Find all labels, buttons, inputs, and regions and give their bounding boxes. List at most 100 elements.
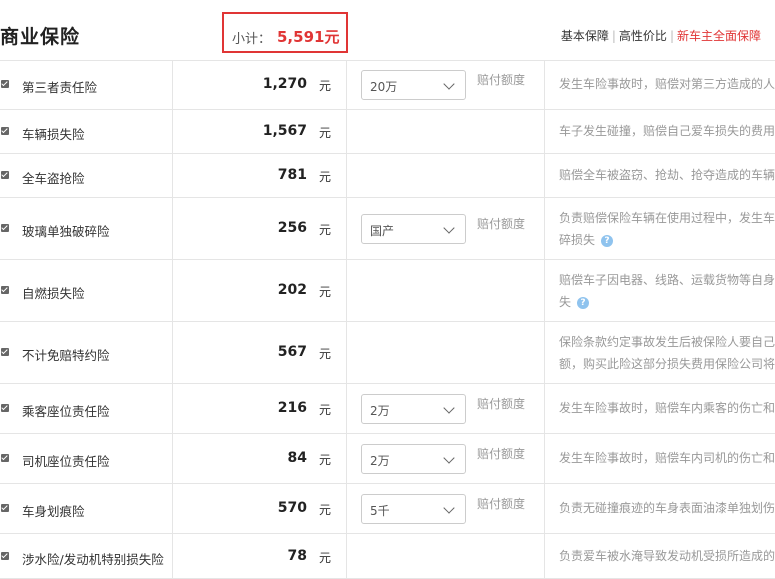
- page-title: 商业保险: [0, 26, 81, 48]
- description-line: 赔偿全车被盗窃、抢劫、抢夺造成的车辆: [559, 168, 775, 182]
- insurance-description: 保险条款约定事故发生后被保险人要自己 额，购买此险这部分损失费用保险公司将: [559, 331, 775, 375]
- insurance-description: 发生车险事故时，赔偿对第三方造成的人: [559, 73, 775, 95]
- chevron-down-icon: [443, 222, 455, 234]
- coverage-select-value: 5千: [370, 504, 390, 518]
- premium-value: 570: [277, 500, 307, 516]
- coverage-select-value: 2万: [370, 404, 390, 418]
- insurance-name: 司机座位责任险: [22, 454, 110, 469]
- row-checkbox[interactable]: [1, 224, 9, 232]
- currency-unit: 元: [319, 79, 332, 93]
- description-line: 负责赔偿保险车辆在使用过程中，发生车: [559, 211, 775, 225]
- row-checkbox[interactable]: [1, 504, 9, 512]
- insurance-description: 负责赔偿保险车辆在使用过程中，发生车 碎损失?: [559, 207, 775, 251]
- insurance-row: 车辆损失险 1,567 元 车子发生碰撞，赔偿自己爱车损失的费用: [0, 110, 775, 154]
- insurance-description: 负责无碰撞痕迹的车身表面油漆单独划伤: [559, 497, 775, 519]
- insurance-name: 自燃损失险: [22, 286, 85, 301]
- row-checkbox[interactable]: [1, 551, 9, 560]
- currency-unit: 元: [319, 503, 332, 517]
- insurance-row: 车身划痕险 570 元 5千 赔付额度 负责无碰撞痕迹的车身表面油漆单独划伤: [0, 484, 775, 534]
- coverage-note: 赔付额度: [477, 73, 526, 87]
- insurance-name: 乘客座位责任险: [22, 404, 110, 419]
- row-checkbox[interactable]: [1, 286, 9, 294]
- description-line: 负责无碰撞痕迹的车身表面油漆单独划伤: [559, 501, 775, 515]
- description-line: 失?: [559, 291, 775, 313]
- chevron-down-icon: [443, 402, 455, 414]
- row-checkbox[interactable]: [1, 454, 9, 462]
- insurance-row: 涉水险/发动机特别损失险 78 元 负责爱车被水淹导致发动机受损所造成的: [0, 534, 775, 579]
- premium-value: 216: [277, 400, 307, 416]
- premium-value: 567: [277, 344, 307, 360]
- plan-tabs: 基本保障 | 高性价比 | 新车主全面保障: [561, 27, 761, 44]
- insurance-description: 发生车险事故时，赔偿车内乘客的伤亡和: [559, 397, 775, 419]
- description-line: 发生车险事故时，赔偿对第三方造成的人: [559, 77, 775, 91]
- tab-value[interactable]: 高性价比: [619, 29, 667, 43]
- insurance-name: 车辆损失险: [22, 127, 85, 142]
- currency-unit: 元: [319, 170, 332, 184]
- insurance-row: 乘客座位责任险 216 元 2万 赔付额度 发生车险事故时，赔偿车内乘客的伤亡和: [0, 384, 775, 434]
- insurance-row: 玻璃单独破碎险 256 元 国产 赔付额度 负责赔偿保险车辆在使用过程中，发生车 碎…: [0, 198, 775, 260]
- premium-value: 1,270: [262, 76, 307, 92]
- currency-unit: 元: [319, 550, 332, 565]
- description-text: 失: [559, 295, 572, 309]
- insurance-row: 司机座位责任险 84 元 2万 赔付额度 发生车险事故时，赔偿车内司机的伤亡和: [0, 434, 775, 484]
- description-line: 碎损失?: [559, 229, 775, 251]
- subtotal-box: 小计： 5,591元: [222, 12, 348, 53]
- subtotal-value: 5,591元: [277, 28, 340, 46]
- premium-value: 78: [287, 547, 307, 564]
- chevron-down-icon: [443, 502, 455, 514]
- currency-unit: 元: [319, 453, 332, 467]
- insurance-row: 不计免赔特约险 567 元 保险条款约定事故发生后被保险人要自己 额，购买此险这部分…: [0, 322, 775, 384]
- coverage-select[interactable]: 20万: [361, 70, 466, 100]
- premium-value: 1,567: [262, 123, 307, 139]
- row-checkbox[interactable]: [1, 171, 9, 179]
- currency-unit: 元: [319, 403, 332, 417]
- row-checkbox[interactable]: [1, 348, 9, 356]
- coverage-select[interactable]: 2万: [361, 394, 466, 424]
- description-line: 车子发生碰撞，赔偿自己爱车损失的费用: [559, 124, 775, 138]
- coverage-note: 赔付额度: [477, 397, 526, 411]
- chevron-down-icon: [443, 78, 455, 90]
- description-line: 发生车险事故时，赔偿车内乘客的伤亡和: [559, 401, 775, 415]
- header-bar: 商业保险 小计： 5,591元 基本保障 | 高性价比 | 新车主全面保障: [0, 0, 775, 61]
- coverage-select[interactable]: 2万: [361, 444, 466, 474]
- insurance-description: 发生车险事故时，赔偿车内司机的伤亡和: [559, 447, 775, 469]
- description-line: 额，购买此险这部分损失费用保险公司将: [559, 353, 775, 375]
- insurance-name: 全车盗抢险: [22, 171, 85, 186]
- description-text: 额，购买此险这部分损失费用保险公司将: [559, 357, 775, 371]
- coverage-select[interactable]: 国产: [361, 214, 466, 244]
- row-checkbox[interactable]: [1, 404, 9, 412]
- currency-unit: 元: [319, 223, 332, 237]
- coverage-note: 赔付额度: [477, 217, 526, 231]
- premium-value: 256: [277, 220, 307, 236]
- currency-unit: 元: [319, 347, 332, 361]
- insurance-name: 第三者责任险: [22, 80, 98, 95]
- premium-value: 781: [277, 167, 307, 183]
- tab-basic[interactable]: 基本保障: [561, 29, 609, 43]
- description-line: 赔偿车子因电器、线路、运载货物等自身: [559, 273, 775, 287]
- insurance-row: 自燃损失险 202 元 赔偿车子因电器、线路、运载货物等自身 失?: [0, 260, 775, 322]
- tab-new-owner[interactable]: 新车主全面保障: [677, 29, 761, 43]
- row-checkbox[interactable]: [1, 127, 9, 135]
- premium-value: 84: [287, 450, 307, 466]
- insurance-row: 全车盗抢险 781 元 赔偿全车被盗窃、抢劫、抢夺造成的车辆: [0, 154, 775, 198]
- help-question-icon[interactable]: ?: [601, 234, 614, 247]
- coverage-select-value: 国产: [370, 224, 395, 238]
- description-line: 负责爱车被水淹导致发动机受损所造成的: [559, 548, 775, 563]
- premium-value: 202: [277, 282, 307, 298]
- help-question-icon[interactable]: ?: [577, 296, 590, 309]
- insurance-name: 不计免赔特约险: [22, 348, 110, 363]
- insurance-description: 车子发生碰撞，赔偿自己爱车损失的费用: [559, 120, 775, 142]
- coverage-select[interactable]: 5千: [361, 494, 466, 524]
- coverage-note: 赔付额度: [477, 497, 526, 511]
- insurance-row: 第三者责任险 1,270 元 20万 赔付额度 发生车险事故时，赔偿对第三方造成的人: [0, 60, 775, 110]
- description-line: 发生车险事故时，赔偿车内司机的伤亡和: [559, 451, 775, 465]
- description-text: 碎损失: [559, 233, 596, 247]
- coverage-select-value: 2万: [370, 454, 390, 468]
- chevron-down-icon: [443, 452, 455, 464]
- insurance-description: 负责爱车被水淹导致发动机受损所造成的: [559, 545, 775, 567]
- subtotal-label: 小计：: [232, 32, 272, 47]
- description-line: 保险条款约定事故发生后被保险人要自己: [559, 335, 775, 349]
- insurance-description: 赔偿全车被盗窃、抢劫、抢夺造成的车辆: [559, 164, 775, 186]
- insurance-name: 涉水险/发动机特别损失险: [22, 551, 164, 567]
- row-checkbox[interactable]: [1, 80, 9, 88]
